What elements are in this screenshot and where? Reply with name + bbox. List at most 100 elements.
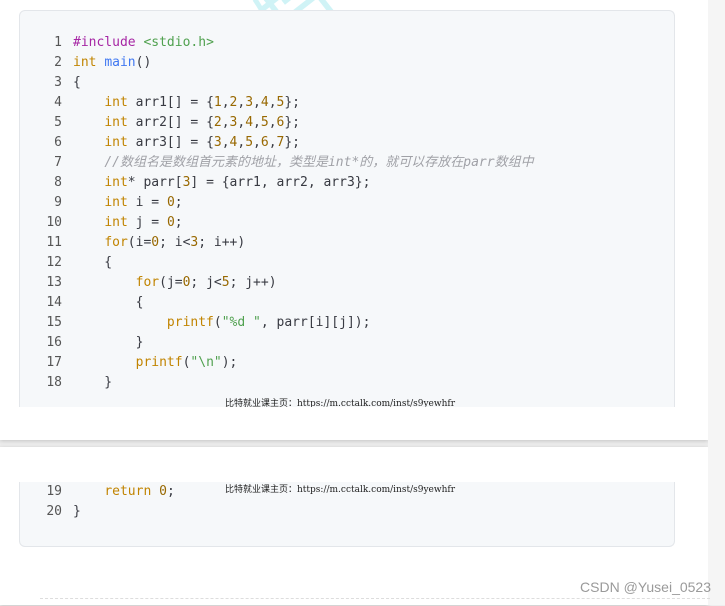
document-page-1: 比特 1#include <stdio.h> 2int main() 3{ 4 … bbox=[0, 0, 708, 440]
keyword: int bbox=[73, 55, 97, 70]
code-text: arr1[] = { bbox=[127, 95, 214, 110]
code-text: ; j++) bbox=[229, 275, 277, 290]
source-note: 比特就业课主页：https://m.cctalk.com/inst/s9yewh… bbox=[225, 485, 456, 495]
source-note: 比特就业课主页：https://m.cctalk.com/inst/s9yewh… bbox=[225, 399, 456, 407]
keyword: int bbox=[104, 215, 128, 230]
code-text: , bbox=[221, 135, 230, 150]
number: 2 bbox=[213, 115, 222, 130]
code-text: (i= bbox=[127, 235, 152, 250]
line-number: 11 bbox=[46, 235, 62, 250]
number: 0 bbox=[166, 195, 175, 210]
number: 0 bbox=[151, 235, 160, 250]
code-text: * parr[ bbox=[127, 175, 183, 190]
code-text: { bbox=[73, 255, 113, 270]
code-comment: //数组名是数组首元素的地址，类型是int*的，就可以存放在parr数组中 bbox=[104, 155, 534, 170]
code-text: , bbox=[253, 135, 261, 150]
line-number: 18 bbox=[46, 375, 62, 390]
line-number: 13 bbox=[46, 275, 62, 290]
number: 0 bbox=[166, 215, 175, 230]
code-text: } bbox=[73, 375, 113, 390]
line-number: 8 bbox=[54, 175, 62, 190]
code-text: , bbox=[221, 115, 230, 130]
line-number: 2 bbox=[54, 55, 62, 70]
line-number: 6 bbox=[54, 135, 62, 150]
code-text: (j= bbox=[159, 275, 183, 290]
keyword: int bbox=[104, 135, 128, 150]
code-text: j = bbox=[127, 215, 167, 230]
line-number: 1 bbox=[54, 35, 62, 50]
function-name: printf bbox=[166, 315, 214, 330]
line-number: 19 bbox=[46, 484, 62, 499]
number: 0 bbox=[159, 484, 167, 499]
code-text: { bbox=[73, 75, 81, 90]
window-edge bbox=[708, 0, 725, 605]
code-text: arr2[] = { bbox=[127, 115, 214, 130]
keyword: int bbox=[104, 95, 128, 110]
preprocessor: #include bbox=[73, 35, 144, 50]
code-text: ; bbox=[166, 484, 175, 499]
code-text: , bbox=[268, 115, 277, 130]
code-text: ; j< bbox=[190, 275, 222, 290]
code-text: ; bbox=[174, 215, 183, 230]
line-number: 4 bbox=[54, 95, 62, 110]
code-text: ); bbox=[221, 355, 238, 370]
number: 6 bbox=[260, 135, 269, 150]
number: 3 bbox=[213, 135, 222, 150]
keyword: int bbox=[104, 175, 128, 190]
line-number: 12 bbox=[46, 255, 62, 270]
number: 1 bbox=[213, 95, 222, 110]
code-text: , bbox=[221, 95, 230, 110]
csdn-credit: CSDN @Yusei_0523 bbox=[580, 579, 711, 595]
number: 4 bbox=[260, 95, 269, 110]
code-text: arr3[] = { bbox=[127, 135, 214, 150]
number: 4 bbox=[245, 115, 254, 130]
string-literal: "%d " bbox=[221, 315, 261, 330]
include-path: <stdio.h> bbox=[143, 35, 214, 50]
code-text: ( bbox=[213, 315, 222, 330]
code-text: } bbox=[73, 335, 144, 350]
code-text: }; bbox=[284, 95, 300, 110]
line-number: 14 bbox=[46, 295, 62, 310]
line-number: 15 bbox=[46, 315, 62, 330]
code-text: { bbox=[73, 295, 144, 310]
string-literal: "\n" bbox=[190, 355, 222, 370]
code-text: } bbox=[73, 504, 81, 519]
code-text: ; i< bbox=[159, 235, 191, 250]
keyword: for bbox=[104, 235, 128, 250]
code-text: ] = {arr1, arr2, arr3}; bbox=[190, 175, 371, 190]
line-number: 5 bbox=[54, 115, 62, 130]
code-block-part-2: 比特就业课主页：https://m.cctalk.com/inst/s9yewh… bbox=[19, 482, 675, 547]
line-number: 17 bbox=[46, 355, 62, 370]
line-number: 20 bbox=[46, 504, 62, 519]
code-text: , bbox=[253, 115, 261, 130]
code-text: ; bbox=[174, 195, 183, 210]
code-text: , bbox=[268, 95, 277, 110]
code-text: ; i++) bbox=[198, 235, 246, 250]
keyword: int bbox=[104, 195, 128, 210]
number: 3 bbox=[245, 95, 254, 110]
code-text: , parr[i][j]); bbox=[260, 315, 371, 330]
code-text: }; bbox=[284, 115, 300, 130]
line-number: 9 bbox=[54, 195, 62, 210]
function-name: printf bbox=[135, 355, 183, 370]
number: 5 bbox=[245, 135, 254, 150]
line-number: 7 bbox=[54, 155, 62, 170]
code-text: }; bbox=[284, 135, 300, 150]
function-name: main bbox=[104, 55, 136, 70]
code-text: , bbox=[268, 135, 277, 150]
keyword: for bbox=[135, 275, 160, 290]
code-text: () bbox=[135, 55, 152, 70]
code-text: , bbox=[253, 95, 261, 110]
